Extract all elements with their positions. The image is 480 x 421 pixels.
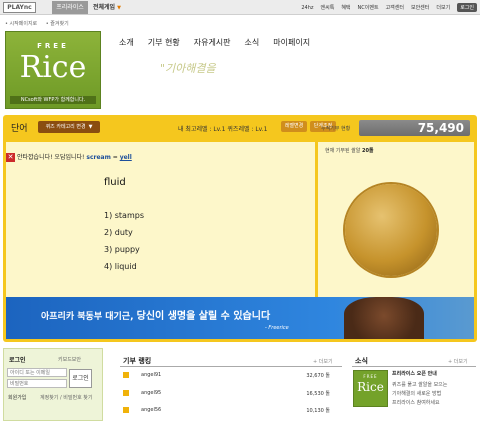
- tab-all-games-label: 전체게임: [93, 4, 116, 11]
- rank-bullet-icon: [123, 372, 129, 378]
- banner-text: 아프리카 북동부 대기근, 당신이 생명을 살릴 수 있습니다: [41, 307, 270, 322]
- find-account-link[interactable]: 계정찾기 / 비밀번호 찾기: [40, 394, 92, 401]
- sub-bar: • 시작페이지로 • 즐겨찾기: [0, 15, 480, 30]
- question-word: fluid: [104, 177, 126, 188]
- option-4[interactable]: 4) liquid: [104, 262, 137, 271]
- top-link-24hz[interactable]: 24hz: [301, 5, 313, 11]
- slogan: "기아해결을: [160, 62, 216, 75]
- grain-prefix: 현재 기부된 쌀알: [325, 148, 362, 154]
- top-link-support[interactable]: 고객센터: [386, 4, 404, 11]
- feedback-sep: =: [110, 154, 120, 161]
- option-1[interactable]: 1) stamps: [104, 211, 144, 220]
- question-area: [6, 142, 315, 297]
- top-link-events[interactable]: NC이벤트: [358, 4, 379, 11]
- top-link-security[interactable]: 보안센터: [411, 4, 429, 11]
- ranking-divider: [120, 366, 342, 367]
- news-thumb-rice: Rice: [357, 380, 384, 394]
- top-link-nctalk[interactable]: 엔씨톡: [321, 4, 335, 11]
- chevron-down-icon: ▼: [117, 5, 121, 11]
- total-donation-label: 누적기부 현황: [321, 126, 351, 132]
- ranking-more-link[interactable]: + 더보기: [313, 358, 333, 365]
- category-label: 단어: [11, 124, 28, 134]
- option-3[interactable]: 3) puppy: [104, 245, 140, 254]
- nav-item-mypage[interactable]: 마이페이지: [273, 37, 310, 48]
- ranking-name: angel56: [141, 407, 162, 413]
- tab-all-games[interactable]: 전체게임 ▼: [93, 1, 121, 14]
- login-submit-button[interactable]: 로그인: [69, 369, 92, 388]
- news-line-2: 기아해결의 새로운 방법: [392, 391, 442, 397]
- category-select[interactable]: 퀴즈 카테고리 변경 ▼: [38, 121, 100, 133]
- change-level-button[interactable]: 레벨변경: [281, 121, 307, 132]
- ranking-name: angel91: [141, 372, 162, 378]
- signup-link[interactable]: 회원가입: [8, 394, 26, 401]
- wrong-icon: ✕: [6, 153, 15, 162]
- news-thumbnail[interactable]: FREE Rice: [353, 370, 388, 407]
- banner-brand: - Freerice: [265, 325, 289, 331]
- news-thumb-free: FREE: [363, 374, 378, 379]
- category-select-label: 퀴즈 카테고리 변경: [45, 124, 86, 130]
- ranking-title: 기부 랭킹: [123, 357, 152, 365]
- level-info: 내 최고레벨 : Lv.1 퀴즈레벨 : Lv.1: [178, 126, 268, 133]
- ranking-row[interactable]: angel91 32,670 톨: [123, 370, 338, 380]
- banner-text-1: 아프리카 북동부 대기근,: [41, 312, 137, 322]
- news-headline[interactable]: 프리라이스 오픈 안내: [392, 370, 437, 377]
- nav-item-board[interactable]: 자유게시판: [194, 37, 231, 48]
- plaync-logo[interactable]: PLAYnc: [3, 2, 36, 13]
- top-bar: PLAYnc 프리라이스 전체게임 ▼ 24hz 엔씨톡 혜택 NC이벤트 고객센…: [0, 0, 480, 15]
- news-title: 소식: [355, 357, 368, 365]
- news-line-3: 프리라이스 참여하세요: [392, 400, 440, 406]
- answer-feedback: ✕ 안타깝습니다! 오답입니다! scream = yell: [6, 152, 132, 162]
- tab-freerice[interactable]: 프리라이스: [52, 1, 88, 14]
- ranking-row[interactable]: angel95 16,530 톨: [123, 388, 338, 398]
- total-donation-box: 75,490: [359, 120, 470, 136]
- id-input[interactable]: [7, 368, 67, 377]
- logo-caption: NCsoft와 WFP가 함께합니다.: [10, 96, 96, 104]
- keyboard-security-toggle[interactable]: 키보드보안: [58, 356, 81, 363]
- nav-item-donation[interactable]: 기부 현황: [148, 37, 180, 48]
- feedback-answer[interactable]: yell: [120, 154, 132, 161]
- grain-count-text: 현재 기부된 쌀알 20톨: [325, 147, 374, 154]
- child-photo: [344, 297, 424, 339]
- top-links: 24hz 엔씨톡 혜택 NC이벤트 고객센터 보안센터 더보기 로그인: [301, 1, 477, 14]
- rank-bullet-icon: [123, 390, 129, 396]
- logo-rice-text: Rice: [19, 50, 87, 85]
- top-link-benefits[interactable]: 혜택: [341, 4, 350, 11]
- level-bar: 단어 퀴즈 카테고리 변경 ▼ 내 최고레벨 : Lv.1 퀴즈레벨 : Lv.1…: [3, 115, 477, 141]
- login-title: 로그인: [9, 357, 26, 364]
- logo-free-text: FREE: [37, 42, 69, 50]
- password-input[interactable]: [7, 379, 67, 388]
- banner-text-2: 당신이 생명을 살릴 수 있습니다: [136, 311, 271, 322]
- option-2[interactable]: 2) duty: [104, 228, 133, 237]
- set-start-page-link[interactable]: • 시작페이지로: [5, 21, 37, 27]
- top-login-button[interactable]: 로그인: [457, 3, 477, 12]
- news-more-link[interactable]: + 더보기: [448, 358, 468, 365]
- news-line-1: 퀴즈를 풀고 쌀알을 모으는: [392, 382, 448, 388]
- freerice-logo[interactable]: FREE Rice NCsoft와 WFP가 함께합니다.: [5, 31, 101, 109]
- ranking-score: 10,130 톨: [306, 408, 330, 414]
- main-nav: 소개 기부 현황 자유게시판 소식 마이페이지: [119, 37, 310, 48]
- feedback-word: scream: [86, 154, 111, 161]
- rank-bullet-icon: [123, 407, 129, 413]
- nav-item-news[interactable]: 소식: [245, 37, 260, 48]
- ranking-name: angel95: [141, 390, 162, 396]
- ranking-score: 32,670 톨: [306, 373, 330, 379]
- chevron-down-icon: ▼: [88, 124, 93, 130]
- feedback-text: 안타깝습니다! 오답입니다!: [17, 154, 85, 161]
- news-divider: [352, 366, 476, 367]
- rice-bowl-image: [345, 184, 437, 276]
- top-link-more[interactable]: 더보기: [436, 4, 450, 11]
- grain-count: 20톨: [361, 148, 374, 154]
- nav-item-intro[interactable]: 소개: [119, 37, 134, 48]
- total-donation-value: 75,490: [417, 121, 464, 135]
- bookmark-link[interactable]: • 즐겨찾기: [46, 21, 69, 27]
- ranking-score: 16,530 톨: [306, 391, 330, 397]
- ranking-row[interactable]: angel56 10,130 톨: [123, 405, 338, 415]
